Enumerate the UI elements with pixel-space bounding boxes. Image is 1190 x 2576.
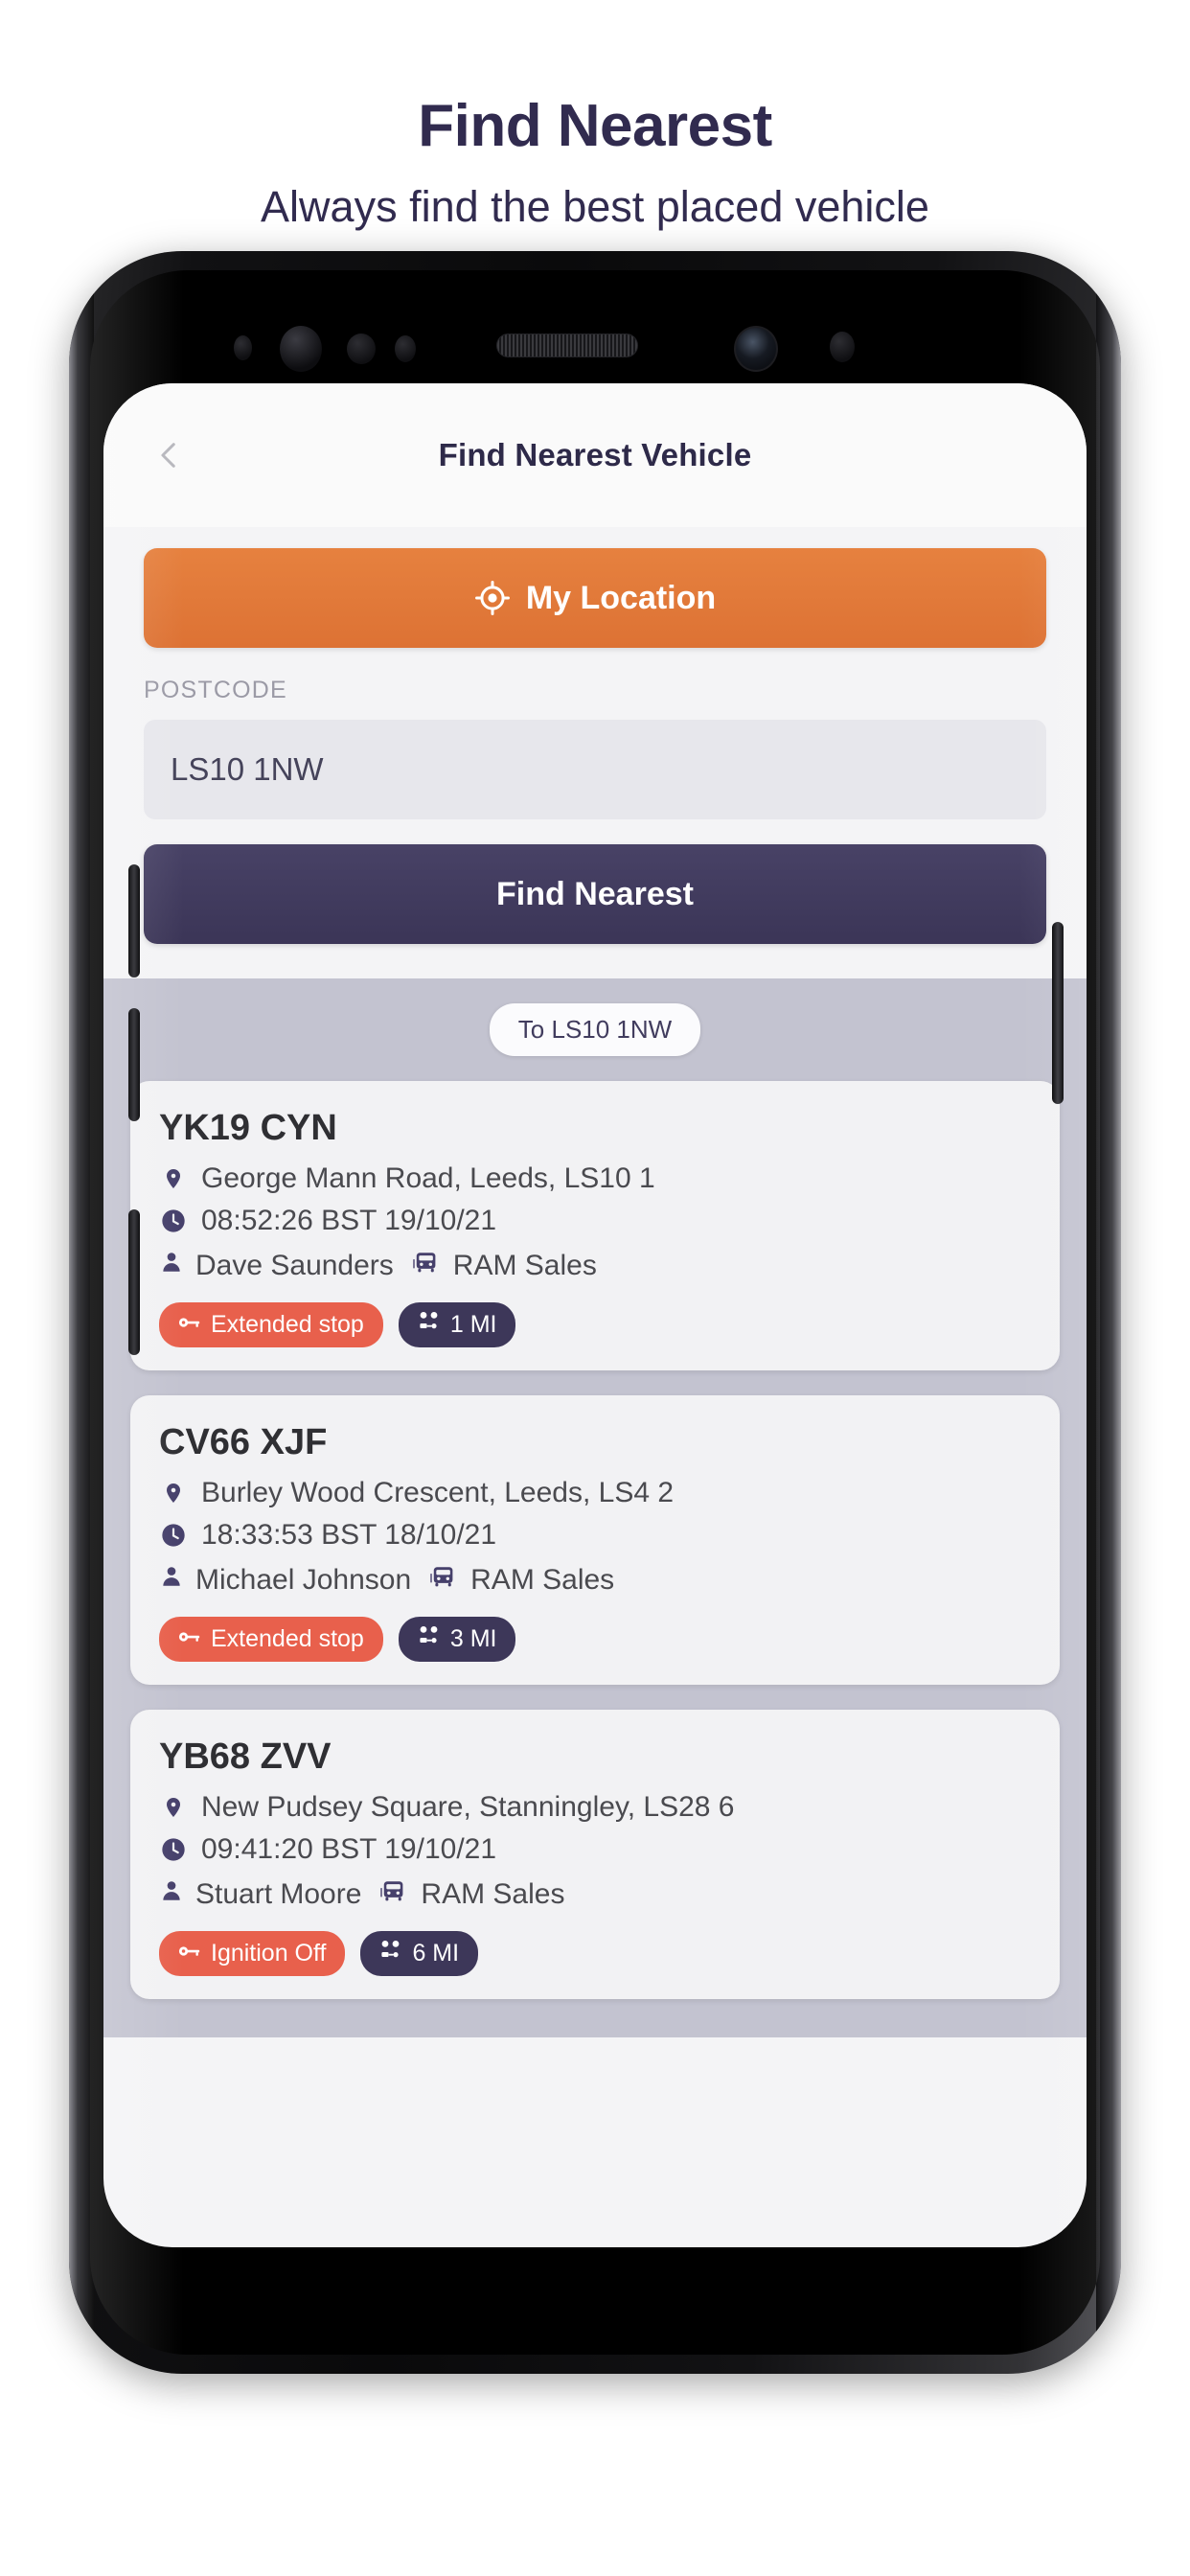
vehicle-badges: Extended stop 3 MI xyxy=(159,1617,1031,1662)
power-button[interactable] xyxy=(1052,922,1064,1104)
route-icon xyxy=(418,1625,441,1653)
key-icon xyxy=(178,1940,201,1967)
phone-screen: Find Nearest Vehicle My Location POSTCOD… xyxy=(103,383,1087,2247)
vehicle-driver: Stuart Moore xyxy=(195,1878,362,1910)
vehicle-fleet: RAM Sales xyxy=(470,1564,615,1596)
route-icon xyxy=(418,1311,441,1339)
vehicle-time-row: 08:52:26 BST 19/10/21 xyxy=(159,1205,1031,1237)
map-pin-icon xyxy=(159,1164,188,1193)
to-chip-row: To LS10 1NW xyxy=(130,1003,1060,1056)
vehicle-registration: CV66 XJF xyxy=(159,1422,328,1462)
vehicle-badges: Ignition Off 6 MI xyxy=(159,1931,1031,1976)
car-icon xyxy=(378,1878,407,1911)
vehicle-fleet: RAM Sales xyxy=(421,1878,565,1910)
person-icon xyxy=(159,1877,184,1912)
vehicle-time: 08:52:26 BST 19/10/21 xyxy=(201,1205,497,1236)
vehicle-time: 09:41:20 BST 19/10/21 xyxy=(201,1833,497,1865)
key-icon xyxy=(178,1311,201,1339)
vehicle-driver-row: Stuart Moore RAM Sales xyxy=(159,1877,1031,1912)
map-pin-icon xyxy=(159,1479,188,1507)
promo-subtitle: Always find the best placed vehicle xyxy=(261,182,929,232)
vehicle-card[interactable]: YB68 ZVV New Pudsey Square, Stanningley,… xyxy=(130,1710,1060,1999)
back-chevron-icon[interactable] xyxy=(153,439,186,472)
map-pin-icon xyxy=(159,1793,188,1822)
status-badge-label: Extended stop xyxy=(211,1311,364,1338)
route-icon xyxy=(379,1940,402,1967)
destination-chip: To LS10 1NW xyxy=(489,1003,701,1056)
vehicle-location-row: Burley Wood Crescent, Leeds, LS4 2 xyxy=(159,1477,1031,1509)
distance-badge-label: 6 MI xyxy=(412,1940,460,1966)
status-badge: Extended stop xyxy=(159,1302,383,1347)
status-badge: Extended stop xyxy=(159,1617,383,1662)
assistant-button[interactable] xyxy=(128,1209,140,1355)
page-title: Find Nearest Vehicle xyxy=(438,437,752,472)
clock-icon xyxy=(159,1836,188,1863)
phone-frame: Find Nearest Vehicle My Location POSTCOD… xyxy=(69,251,1121,2374)
led-indicator-icon xyxy=(395,335,416,362)
status-badge-label: Ignition Off xyxy=(211,1940,327,1966)
phone-bezel: Find Nearest Vehicle My Location POSTCOD… xyxy=(90,270,1100,2355)
vehicle-location-row: New Pudsey Square, Stanningley, LS28 6 xyxy=(159,1791,1031,1824)
distance-badge-label: 1 MI xyxy=(449,1311,497,1338)
postcode-value: LS10 1NW xyxy=(171,751,324,787)
person-icon xyxy=(159,1563,184,1598)
vehicle-card[interactable]: YK19 CYN George Mann Road, Leeds, LS10 1 xyxy=(130,1081,1060,1370)
vehicle-badges: Extended stop 1 MI xyxy=(159,1302,1031,1347)
status-badge-label: Extended stop xyxy=(211,1625,364,1652)
iris-scanner-icon xyxy=(280,326,322,372)
vehicle-driver-row: Michael Johnson RAM Sales xyxy=(159,1563,1031,1598)
postcode-label: POSTCODE xyxy=(144,677,287,703)
results-list: To LS10 1NW YK19 CYN George Mann Road, L… xyxy=(103,978,1087,2037)
vehicle-location-row: George Mann Road, Leeds, LS10 1 xyxy=(159,1162,1031,1195)
distance-badge: 6 MI xyxy=(360,1931,479,1976)
find-nearest-button[interactable]: Find Nearest xyxy=(144,844,1046,944)
clock-icon xyxy=(159,1522,188,1549)
vehicle-location: Burley Wood Crescent, Leeds, LS4 2 xyxy=(201,1477,675,1508)
car-icon xyxy=(428,1564,457,1597)
distance-badge: 3 MI xyxy=(398,1617,516,1662)
light-sensor-icon xyxy=(347,334,376,364)
status-badge: Ignition Off xyxy=(159,1931,346,1976)
vehicle-fleet: RAM Sales xyxy=(452,1250,597,1281)
vehicle-card[interactable]: CV66 XJF Burley Wood Crescent, Leeds, LS… xyxy=(130,1395,1060,1685)
vehicle-time-row: 09:41:20 BST 19/10/21 xyxy=(159,1833,1031,1866)
key-icon xyxy=(178,1625,201,1653)
vehicle-location: New Pudsey Square, Stanningley, LS28 6 xyxy=(201,1791,735,1823)
vehicle-driver: Dave Saunders xyxy=(195,1250,394,1281)
distance-badge: 1 MI xyxy=(398,1302,516,1347)
find-nearest-label: Find Nearest xyxy=(496,875,694,912)
person-icon xyxy=(159,1249,184,1283)
secondary-sensor-icon xyxy=(830,332,855,362)
vehicle-driver-row: Dave Saunders RAM Sales xyxy=(159,1249,1031,1283)
vehicle-location: George Mann Road, Leeds, LS10 1 xyxy=(201,1162,655,1194)
vehicle-time: 18:33:53 BST 18/10/21 xyxy=(201,1519,497,1551)
phone-sensor-cluster xyxy=(90,270,1100,414)
volume-down-button[interactable] xyxy=(128,1008,140,1121)
earpiece-speaker-icon xyxy=(496,334,638,357)
vehicle-time-row: 18:33:53 BST 18/10/21 xyxy=(159,1519,1031,1552)
distance-badge-label: 3 MI xyxy=(449,1625,497,1652)
my-location-button[interactable]: My Location xyxy=(144,548,1046,648)
my-location-label: My Location xyxy=(525,579,717,616)
clock-icon xyxy=(159,1208,188,1234)
car-icon xyxy=(411,1250,440,1282)
volume-up-button[interactable] xyxy=(128,864,140,978)
promo-page: Find Nearest Always find the best placed… xyxy=(0,0,1190,2576)
vehicle-registration: YK19 CYN xyxy=(159,1108,337,1148)
vehicle-driver: Michael Johnson xyxy=(195,1564,412,1596)
promo-title: Find Nearest xyxy=(418,93,772,159)
promo-header: Find Nearest Always find the best placed… xyxy=(0,0,1190,233)
front-camera-icon xyxy=(734,326,778,372)
phone-mockup: Find Nearest Vehicle My Location POSTCOD… xyxy=(69,251,1121,2374)
crosshair-icon xyxy=(474,580,511,616)
postcode-input[interactable]: LS10 1NW xyxy=(144,720,1046,819)
vehicle-registration: YB68 ZVV xyxy=(159,1736,332,1777)
search-panel: My Location POSTCODE LS10 1NW Find Neare… xyxy=(103,527,1087,978)
proximity-sensor-icon xyxy=(234,335,252,360)
